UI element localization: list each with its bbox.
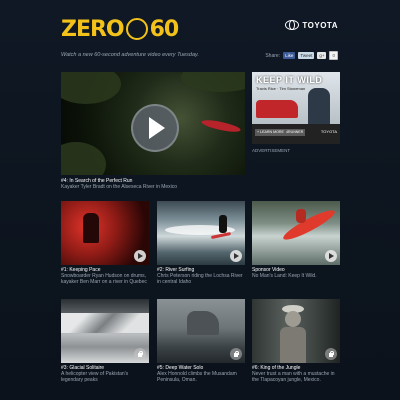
kayaker-shape <box>296 209 306 223</box>
ad-person-shape <box>308 88 330 124</box>
video-description: No Man's Land: Keep It Wild. <box>252 273 317 279</box>
toyota-emblem-icon <box>285 20 300 30</box>
ad-brand: TOYOTA <box>320 129 337 134</box>
share-bar: Share: Like Tweet g+ 0 <box>265 51 338 60</box>
video-caption: #1: Keeping Pace Snowboarder Ryan Hudson… <box>61 267 149 285</box>
video-thumbnail[interactable] <box>252 201 340 265</box>
share-label: Share: <box>265 52 281 59</box>
play-icon[interactable] <box>134 250 146 262</box>
ad-learn-more-button[interactable]: + LEARN MORE <box>255 129 286 136</box>
video-description: Alex Honnold climbs the Musandam Peninsu… <box>157 371 237 383</box>
video-caption: #2: River Surfing Chris Peterson riding … <box>157 267 245 285</box>
logo-zero-text: ZERO <box>61 16 125 42</box>
tweet-button[interactable]: Tweet <box>298 52 315 59</box>
foliage-shape <box>61 142 106 175</box>
logo-sixty-text: 60 <box>149 16 180 42</box>
kayak-shape <box>200 117 242 135</box>
video-caption: #5: Deep Water Solo Alex Honnold climbs … <box>157 365 245 383</box>
page: ZERO 60 TOYOTA Watch a new 60-second adv… <box>0 0 400 400</box>
ad-image: KEEP IT WILD Travis Rice · Tim Stoneman <box>252 72 340 124</box>
ad-subtitle: Travis Rice · Tim Stoneman <box>256 86 306 91</box>
video-description: A helicopter view of Pakistan's legendar… <box>61 371 129 383</box>
video-description: Never trust a man with a mustache in the… <box>252 371 335 383</box>
play-icon[interactable] <box>131 104 179 152</box>
google-plus-button[interactable]: g+ <box>317 52 327 59</box>
foliage-shape <box>61 72 121 104</box>
logo-ring-icon <box>125 18 148 40</box>
ad-footer: + LEARN MORE 4RUNNER TOYOTA <box>252 124 340 144</box>
video-thumbnail[interactable] <box>252 299 340 363</box>
mountain-shape <box>61 313 149 333</box>
drummer-shape <box>83 213 99 243</box>
zero-to-60-logo[interactable]: ZERO 60 <box>61 14 180 44</box>
face-shape <box>285 311 301 327</box>
kayak-shape <box>280 206 338 244</box>
video-caption: #3: Glacial Solitaire A helicopter view … <box>61 365 149 383</box>
ad-car-shape <box>256 100 298 118</box>
foliage-shape <box>181 72 245 92</box>
advertisement-banner[interactable]: KEEP IT WILD Travis Rice · Tim Stoneman … <box>252 72 340 144</box>
advertisement-label: ADVERTISEMENT <box>252 148 291 153</box>
sponsor-name: TOYOTA <box>302 20 338 30</box>
featured-video-description: Kayaker Tyler Bradt on the Alseseca Rive… <box>61 184 178 190</box>
ad-4runner-button[interactable]: 4RUNNER <box>284 129 306 136</box>
video-caption: #6: King of the Jungle Never trust a man… <box>252 365 340 383</box>
featured-video-player[interactable] <box>61 72 245 175</box>
play-icon[interactable] <box>230 250 242 262</box>
surfer-shape <box>219 215 227 233</box>
lock-icon <box>230 348 242 360</box>
sponsor-logo[interactable]: TOYOTA <box>285 20 338 30</box>
video-thumbnail[interactable] <box>61 299 149 363</box>
featured-video-caption: #4: In Search of the Perfect Run Kayaker… <box>61 178 177 190</box>
video-caption: Sponsor Video No Man's Land: Keep It Wil… <box>252 267 340 279</box>
video-description: Snowboarder Ryan Hudson on drums, kayake… <box>61 273 147 285</box>
share-count: 0 <box>329 51 338 60</box>
body-shape <box>280 327 306 363</box>
video-thumbnail[interactable] <box>157 299 245 363</box>
ad-title: KEEP IT WILD <box>256 75 323 85</box>
video-description: Chris Peterson riding the Lochsa River i… <box>157 273 243 285</box>
lock-icon <box>134 348 146 360</box>
cliff-shape <box>187 311 219 335</box>
facebook-like-button[interactable]: Like <box>283 52 296 59</box>
lock-icon <box>325 348 337 360</box>
video-thumbnail[interactable] <box>157 201 245 265</box>
tagline: Watch a new 60-second adventure video ev… <box>61 52 199 58</box>
video-thumbnail[interactable] <box>61 201 149 265</box>
play-icon[interactable] <box>325 250 337 262</box>
